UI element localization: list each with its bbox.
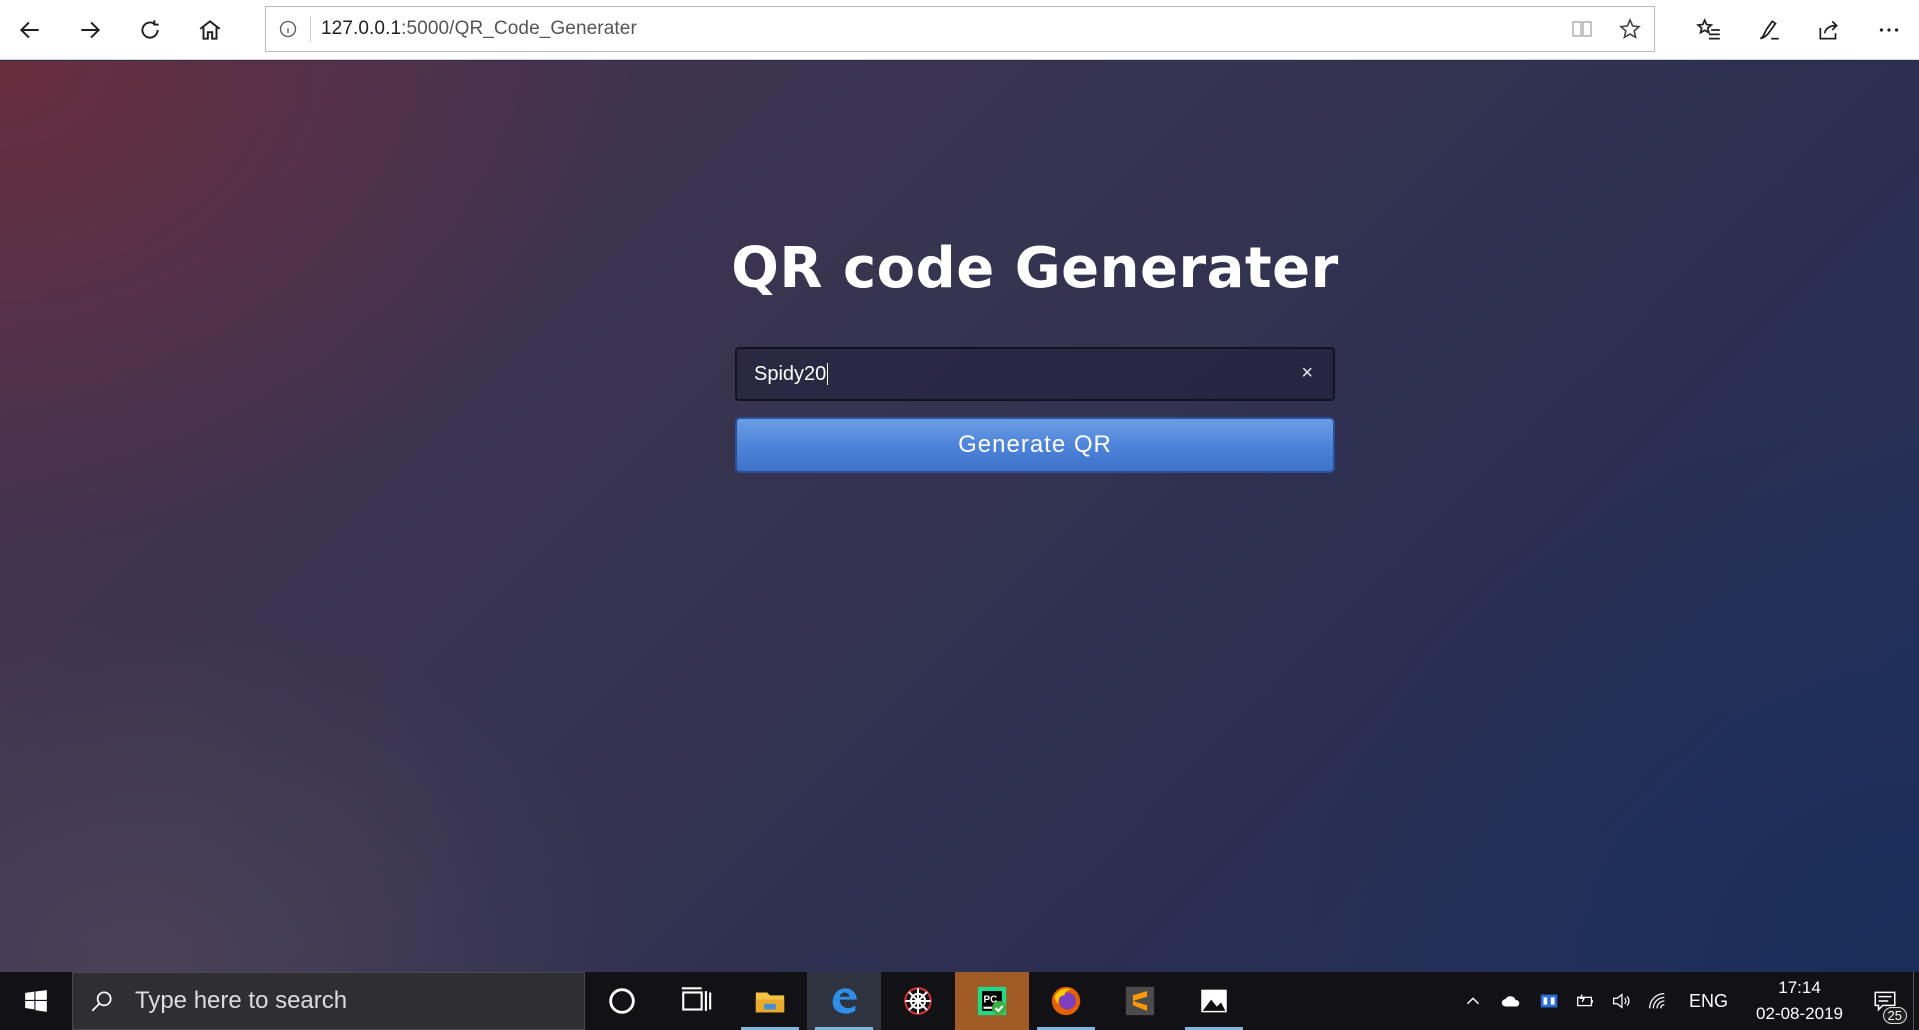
browser-tools (1679, 0, 1919, 60)
start-button[interactable] (0, 972, 72, 1030)
back-button[interactable] (0, 0, 60, 60)
file-explorer-icon[interactable] (733, 972, 807, 1030)
generate-qr-button[interactable]: Generate QR (735, 417, 1335, 473)
url-text[interactable]: 127.0.0.1:5000/QR_Code_Generater (321, 18, 637, 40)
qr-text-input[interactable]: Spidy20 × (735, 347, 1335, 401)
page-background: QR code Generater Spidy20 × Generate QR (0, 61, 1919, 972)
text-caret (827, 363, 829, 385)
task-view-icon[interactable] (659, 972, 733, 1030)
spider-app-icon[interactable] (881, 972, 955, 1030)
input-value: Spidy20 (754, 362, 827, 385)
favorites-list-icon[interactable] (1679, 0, 1739, 60)
system-tray: ENG 17:14 02-08-2019 25 (1455, 972, 1919, 1030)
refresh-button[interactable] (120, 0, 180, 60)
cortana-icon[interactable] (585, 972, 659, 1030)
taskbar-search[interactable]: Type here to search (72, 972, 585, 1030)
favorite-star-icon[interactable] (1606, 7, 1654, 51)
language-indicator[interactable]: ENG (1689, 991, 1728, 1012)
sublime-icon[interactable] (1103, 972, 1177, 1030)
search-placeholder: Type here to search (135, 987, 348, 1014)
home-button[interactable] (180, 0, 240, 60)
address-actions (1558, 7, 1654, 51)
windows-taskbar: Type here to search PC ENG 17:14 02-08-2… (0, 972, 1919, 1030)
wifi-icon[interactable] (1639, 972, 1675, 1030)
firefox-icon[interactable] (1029, 972, 1103, 1030)
back-arrow-icon (19, 21, 39, 38)
forward-arrow-icon (81, 21, 101, 38)
forward-button[interactable] (60, 0, 120, 60)
clock[interactable]: 17:14 02-08-2019 (1756, 975, 1843, 1027)
show-desktop-button[interactable] (1913, 972, 1919, 1030)
more-icon[interactable] (1859, 0, 1919, 60)
browser-toolbar: 127.0.0.1:5000/QR_Code_Generater (0, 0, 1919, 60)
clock-date: 02-08-2019 (1756, 1004, 1843, 1023)
edge-icon[interactable] (807, 972, 881, 1030)
app-tray-icon[interactable] (1531, 972, 1567, 1030)
page-title: QR code Generater (731, 236, 1339, 301)
volume-icon[interactable] (1603, 972, 1639, 1030)
address-divider (310, 16, 311, 42)
battery-icon[interactable] (1567, 972, 1603, 1030)
site-info-icon[interactable] (266, 19, 310, 39)
refresh-icon (141, 19, 159, 39)
navigation-buttons (0, 0, 240, 60)
clear-input-icon[interactable]: × (1301, 362, 1313, 385)
url-path: :5000/QR_Code_Generater (401, 18, 637, 39)
photos-icon[interactable] (1177, 972, 1251, 1030)
notification-count: 25 (1882, 1007, 1907, 1024)
action-center-button[interactable]: 25 (1857, 972, 1913, 1030)
windows-logo-icon (25, 990, 47, 1012)
reading-view-icon[interactable] (1558, 7, 1606, 51)
share-icon[interactable] (1799, 0, 1859, 60)
show-hidden-icons[interactable] (1455, 972, 1491, 1030)
pycharm-icon[interactable]: PC (955, 972, 1029, 1030)
home-icon (199, 19, 221, 40)
url-host: 127.0.0.1 (321, 18, 402, 39)
onedrive-icon[interactable] (1491, 972, 1531, 1030)
address-bar[interactable]: 127.0.0.1:5000/QR_Code_Generater (265, 6, 1655, 52)
search-icon (91, 991, 112, 1012)
pen-icon[interactable] (1739, 0, 1799, 60)
clock-time: 17:14 (1778, 978, 1821, 997)
